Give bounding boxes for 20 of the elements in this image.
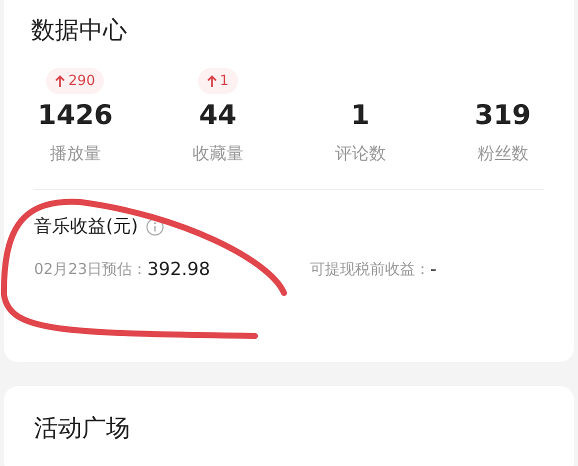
info-icon[interactable]: [146, 218, 164, 236]
stat-label: 粉丝数: [477, 143, 528, 166]
arrow-up-icon: [206, 75, 217, 87]
stat-value: 319: [474, 99, 531, 133]
estimate-value: 392.98: [147, 258, 210, 282]
stat-label: 播放量: [50, 143, 101, 166]
withdrawable-label: 可提现税前收益：: [310, 259, 430, 280]
estimate-label: 02月23日预估：: [34, 259, 148, 280]
stat-value: 1: [350, 99, 370, 133]
arrow-up-icon: [55, 75, 66, 87]
stat-label: 收藏量: [192, 143, 244, 166]
stat-label: 评论数: [334, 143, 386, 166]
stat-value: 1426: [38, 99, 113, 133]
change-badge: 290: [46, 68, 104, 94]
withdrawable-value: -: [430, 258, 437, 282]
section-title: 数据中心: [31, 15, 127, 46]
income-title: 音乐收益(元): [34, 215, 138, 239]
section-title: 活动广场: [34, 413, 130, 444]
change-badge: 1: [198, 68, 238, 94]
stat-value: 44: [198, 99, 237, 133]
